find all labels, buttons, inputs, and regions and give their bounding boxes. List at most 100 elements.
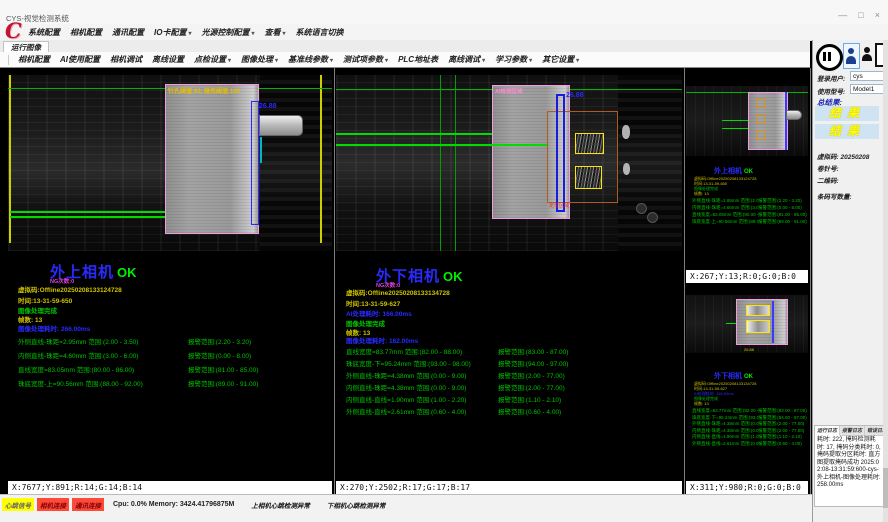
tool-camera-debug[interactable]: 相机调试 [105, 54, 147, 65]
user-icon [848, 48, 854, 54]
measurement-rows: 外侧直线-珠距=2.95mm 范围:(2.00 - 3.50)报警范围:(2.2… [18, 336, 258, 392]
locate-roi-label: 定位区域 [549, 202, 569, 209]
camera-view-lower: AI检测区域 26.88 定位区域 外下相机OK NG次数:0 虚拟码:Offl… [336, 68, 682, 494]
log-panel: 运行日志 报警日志 错误日志 耗时: 222, 掩码检测耗时: 17, 掩码分类… [814, 425, 884, 507]
sidebar-scrollbar[interactable] [883, 40, 888, 522]
minimize-icon[interactable]: — [838, 10, 847, 20]
result-ok-badge: OK [443, 269, 463, 284]
user-button[interactable] [861, 46, 873, 64]
cpu-memory-readout: Cpu: 0.0% Memory: 3424.41796875M [113, 501, 234, 508]
measurement-row: 内侧直线-直线=1.90mm 范围:(1.00 - 2.20)报警范围:(1.1… [346, 395, 568, 407]
camera-title: 外上相机OK [714, 166, 753, 176]
tab-detect-box [575, 133, 604, 154]
process-cost-text: 图像处理耗时: 162.00ms [346, 335, 418, 345]
tool-ai-usage-config[interactable]: AI使用配置 [55, 54, 105, 65]
chevron-down-icon: ▾ [330, 58, 333, 64]
metal-tab [259, 115, 303, 136]
overlay-teal-mark [260, 137, 262, 163]
tab-detect-box [575, 166, 602, 189]
login-user-field[interactable]: cys [850, 71, 884, 81]
tool-spotcheck-settings[interactable]: 点检设置▾ [189, 54, 236, 65]
pixel-coordinate-readout: X:270;Y:2502;R:17;G:17;B:17 [336, 481, 682, 494]
tool-test-item-params[interactable]: 测试项参数▾ [338, 54, 393, 65]
menu-item-camera-config[interactable]: 相机配置 [70, 27, 102, 38]
toolbar-grip [8, 55, 9, 65]
log-text: 耗时: 222, 掩码检测耗时: 17, 掩码分类耗时: 0, 掩码提取分区耗时… [815, 436, 883, 491]
overlay-green-line [336, 144, 547, 146]
virtual-code-text: 虚拟码:Offline20250208133134728 [346, 287, 450, 297]
pixel-coordinate-readout: X:267;Y:13;R:0;G:0;B:0 [686, 270, 808, 283]
result-chip-lower: 结果 [815, 124, 879, 139]
barcode-write-count-label: 条码写数量: [817, 191, 852, 201]
tab-detect-box [746, 305, 770, 316]
camera-title: 外下相机OK [714, 371, 753, 381]
lower-camera-heartbeat-text: 下相机心跳检测异常 [327, 500, 386, 510]
scrollbar-thumb[interactable] [883, 468, 888, 508]
overlay-green-line [455, 75, 456, 251]
pixel-coordinate-readout: X:7677;Y:891;R:14;G:14;B:14 [8, 481, 332, 494]
virtual-code-label: 虚拟码: 20250208 [817, 151, 869, 161]
tool-image-processing[interactable]: 图像处理▾ [236, 54, 283, 65]
close-icon[interactable]: × [875, 10, 880, 20]
tab-detect-box [746, 320, 770, 333]
tool-learning-params[interactable]: 学习参数▾ [490, 54, 537, 65]
tool-other-settings[interactable]: 其它设置▾ [537, 54, 584, 65]
panel-splitter[interactable] [684, 68, 685, 494]
mini-camera-image-lower[interactable]: 26.88 [686, 295, 808, 353]
model-field[interactable]: Model1 [850, 84, 884, 94]
measurement-rows: 直线宽度=83.77mm 范围:(82.00 - 88.00)报警范围:(83.… [346, 347, 568, 419]
menu-item-light-config[interactable]: 光源控制配置▾ [201, 27, 254, 38]
log-tab-run[interactable]: 运行日志 [815, 426, 840, 436]
tool-plc-address-table[interactable]: PLC地址表 [393, 54, 443, 65]
measurement-row: 外侧直线-珠距=2.95mm 范围:(2.00 - 3.50)报警范围:(2.2… [18, 336, 258, 350]
mini-camera-image-upper[interactable] [686, 86, 808, 156]
menu-item-comm-config[interactable]: 通讯配置 [112, 27, 144, 38]
menu-item-view[interactable]: 查看▾ [264, 27, 285, 38]
overlay-green-line [440, 75, 441, 251]
result-ok-badge: OK [117, 265, 137, 280]
tool-baseline-params[interactable]: 基准线参数▾ [283, 54, 338, 65]
qr-code-label: 二维码: [817, 175, 839, 185]
time-text: 时间:13-31-59-650 [18, 295, 72, 305]
menu-item-language-switch[interactable]: 系统语言切换 [296, 27, 344, 38]
measurement-row: 内侧直线-珠距=4.60mm 范围:(3.00 - 6.00)报警范围:(0.0… [18, 350, 258, 364]
threshold-overlay-text: 针孔阈值:93, 碰伤阈值:100 [168, 86, 240, 95]
login-user-label: 登录用户: [817, 73, 845, 83]
tool-offline-debug[interactable]: 离线调试▾ [443, 54, 490, 65]
tool-offline-settings[interactable]: 离线设置 [147, 54, 189, 65]
chevron-down-icon: ▾ [188, 31, 191, 37]
mini-roi-box [756, 130, 766, 140]
upper-camera-heartbeat-text: 上相机心跳检测异常 [251, 500, 310, 510]
titlebar: CYS-视觉检测系统 — □ × [0, 0, 888, 24]
process-cost-text: 图像处理耗时: 266.00ms [18, 323, 90, 333]
measurement-row: 外侧直线-珠距=4.38mm 范围:(0.00 - 9.00)报警范围:(2.0… [346, 371, 568, 383]
toolbar: 相机配置 AI使用配置 相机调试 离线设置 点检设置▾ 图像处理▾ 基准线参数▾… [0, 52, 810, 68]
metal-tab [786, 110, 802, 120]
user-button-selected[interactable] [843, 43, 860, 69]
panel-splitter[interactable] [810, 68, 811, 494]
user-icon [864, 47, 870, 53]
overlay-yellow-line [320, 75, 322, 243]
camera-connect-status-badge: 相机连接 [37, 498, 69, 511]
pause-button[interactable] [816, 44, 843, 71]
cell-region [748, 92, 788, 150]
camera-image-upper[interactable]: 针孔阈值:93, 碰伤阈值:100 26.88 [8, 75, 332, 251]
camera-image-lower[interactable]: AI检测区域 26.88 定位区域 [336, 75, 682, 251]
panel-splitter[interactable] [334, 68, 335, 494]
measurement-row: 直线宽度=83.77mm 范围:(82.00 - 88.00)报警范围:(83.… [346, 347, 568, 359]
measure-value-overlay: 26.88 [259, 103, 277, 110]
maximize-icon[interactable]: □ [858, 10, 863, 20]
virtual-code-text: 虚拟码:Offline20250208133124728 [18, 284, 122, 294]
menu-item-system-config[interactable]: 系统配置 [28, 27, 60, 38]
chevron-down-icon: ▾ [576, 58, 579, 64]
mini-roi-box [756, 114, 766, 124]
measure-roi-box [556, 94, 565, 212]
measurement-row: 内侧直线-珠距=4.38mm 范围:(0.00 - 9.00)报警范围:(2.0… [346, 383, 568, 395]
chevron-down-icon: ▾ [275, 58, 278, 64]
menubar: C 系统配置 相机配置 通讯配置 IO卡配置▾ 光源控制配置▾ 查看▾ 系统语言… [0, 24, 888, 41]
tool-camera-config[interactable]: 相机配置 [13, 54, 55, 65]
measurement-row: 珠底宽度-下=95.24mm 范围:(93.00 - 98.00)报警范围:(9… [346, 359, 568, 371]
log-tab-alarm[interactable]: 报警日志 [840, 426, 865, 436]
menu-item-io-config[interactable]: IO卡配置▾ [154, 27, 191, 38]
chevron-down-icon: ▾ [529, 58, 532, 64]
